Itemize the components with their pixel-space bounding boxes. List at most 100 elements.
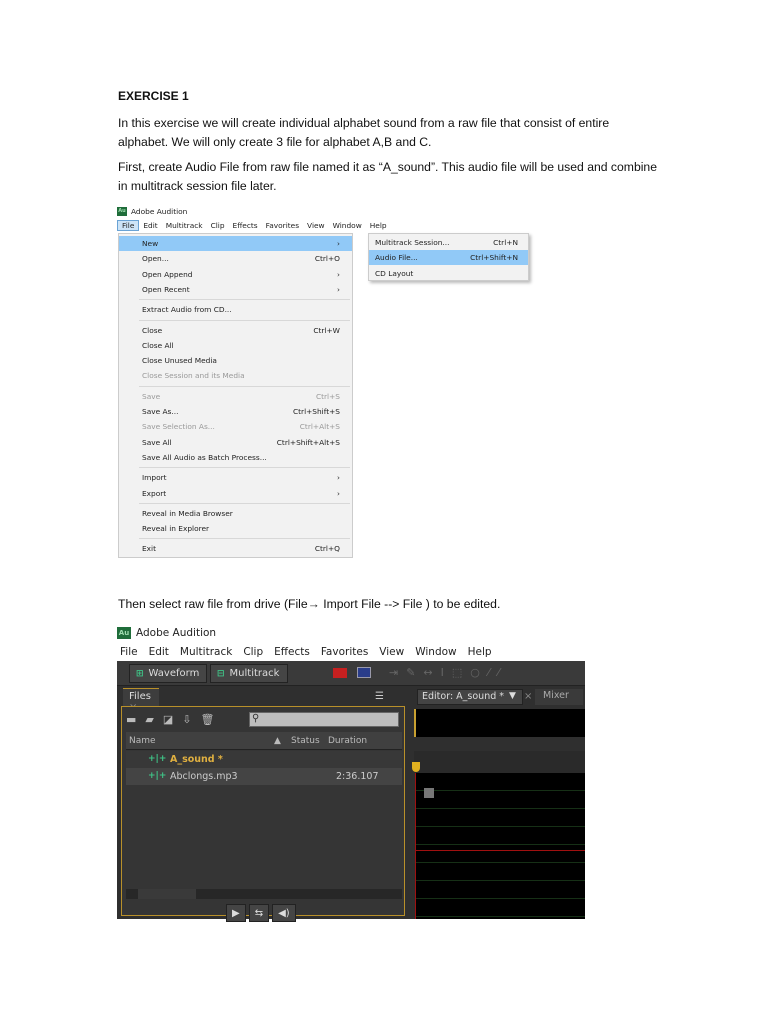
menu-item-extract-audio-from-cd[interactable]: Extract Audio from CD... <box>119 302 352 317</box>
menu-item-export[interactable]: Export › <box>119 486 352 501</box>
menu-view[interactable]: View <box>379 646 404 658</box>
menu-item-close-unused-media[interactable]: Close Unused Media <box>119 353 352 368</box>
menu-item-label: Open Append <box>142 269 193 279</box>
menu-item-label: Import <box>142 473 167 483</box>
mixer-tab[interactable]: Mixer <box>535 689 583 705</box>
menu-separator <box>139 385 350 387</box>
submenu-item-audio-file[interactable]: Audio File... Ctrl+Shift+N <box>369 250 528 266</box>
panel-menu-icon[interactable]: ☰ <box>375 691 384 702</box>
waveform-view-button[interactable]: ⊞ Waveform <box>129 664 207 683</box>
menu-favorites[interactable]: Favorites <box>262 221 303 230</box>
menu-item-new[interactable]: New › <box>119 236 352 251</box>
menu-effects[interactable]: Effects <box>229 221 262 230</box>
open-folder-icon[interactable]: ▬ <box>126 713 136 726</box>
menu-file[interactable]: File <box>117 219 140 231</box>
menu-edit[interactable]: Edit <box>139 221 161 230</box>
menu-item-label: Save All <box>142 437 172 447</box>
editor-tab[interactable]: Editor: A_sound * <box>417 689 523 705</box>
submenu-item-cd-layout[interactable]: CD Layout <box>369 266 528 281</box>
menu-item-save-as[interactable]: Save As... Ctrl+Shift+S <box>119 404 352 419</box>
file-name: A_sound * <box>170 754 223 765</box>
overview-bar <box>414 709 585 737</box>
transport-controls: ▶ ⇆ ◀) <box>226 904 296 922</box>
menu-item-close-session-and-its-media[interactable]: Close Session and its Media <box>119 368 352 383</box>
menu-help[interactable]: Help <box>468 646 492 658</box>
menu-item-close[interactable]: Close Ctrl+W <box>119 323 352 338</box>
loop-icon[interactable]: ⇆ <box>248 904 270 922</box>
menu-multitrack[interactable]: Multitrack <box>180 646 232 658</box>
menu-clip[interactable]: Clip <box>243 646 263 658</box>
menu-item-label: Export <box>142 488 167 498</box>
file-row[interactable]: +|+ Abclongs.mp3 2:36.107 <box>126 768 402 785</box>
col-status[interactable]: Status <box>291 736 320 746</box>
search-input[interactable]: ⚲ <box>249 712 399 727</box>
menu-favorites[interactable]: Favorites <box>321 646 368 658</box>
intro-paragraph: In this exercise we will create individu… <box>118 116 610 149</box>
exercise-heading: EXERCISE 1 <box>118 89 189 103</box>
chevron-right-icon: › <box>337 488 340 498</box>
menu-item-save[interactable]: Save Ctrl+S <box>119 389 352 404</box>
menu-item-reveal-in-explorer[interactable]: Reveal in Explorer <box>119 521 352 536</box>
menu-item-save-selection-as[interactable]: Save Selection As... Ctrl+Alt+S <box>119 419 352 434</box>
files-tab[interactable]: Files × <box>123 688 159 713</box>
chevron-right-icon: › <box>337 284 340 294</box>
menu-clip[interactable]: Clip <box>207 221 229 230</box>
delete-icon[interactable]: 🗑 <box>201 713 215 726</box>
shortcut: Ctrl+Alt+S <box>299 422 340 432</box>
multitrack-view-button[interactable]: ⊟ Multitrack <box>210 664 288 683</box>
menu-item-open[interactable]: Open... Ctrl+O <box>119 251 352 266</box>
new-file-icon[interactable]: ◪ <box>163 713 173 726</box>
menu-multitrack[interactable]: Multitrack <box>162 221 207 230</box>
insert-icon[interactable]: ⇩ <box>182 713 191 726</box>
menu-window[interactable]: Window <box>415 646 456 658</box>
files-header: Name ▲ Status Duration <box>126 732 402 750</box>
menu-item-import[interactable]: Import › <box>119 470 352 485</box>
menu-item-exit[interactable]: Exit Ctrl+Q <box>119 541 352 556</box>
chevron-right-icon: › <box>337 473 340 483</box>
audio-file-icon: +|+ <box>148 771 167 781</box>
shortcut: Ctrl+N <box>493 238 518 247</box>
menu-separator <box>139 467 350 469</box>
col-duration[interactable]: Duration <box>328 736 367 746</box>
menu-item-open-append[interactable]: Open Append › <box>119 267 352 282</box>
close-icon[interactable]: × <box>524 691 532 702</box>
menu-item-close-all[interactable]: Close All <box>119 338 352 353</box>
menu-effects[interactable]: Effects <box>274 646 310 658</box>
submenu-item-multitrack-session[interactable]: Multitrack Session... Ctrl+N <box>369 235 528 250</box>
chevron-down-icon[interactable]: ▼ <box>509 691 516 701</box>
sort-asc-icon: ▲ <box>274 736 281 746</box>
file-row[interactable]: +|+ A_sound * <box>126 751 402 768</box>
waveform-editor[interactable] <box>415 773 585 919</box>
menu-file[interactable]: File <box>120 646 138 658</box>
menu-item-open-recent[interactable]: Open Recent › <box>119 282 352 297</box>
horizontal-scrollbar[interactable] <box>126 889 402 899</box>
menu-item-reveal-in-media-browser[interactable]: Reveal in Media Browser <box>119 506 352 521</box>
col-name[interactable]: Name <box>129 736 156 746</box>
menu-item-label: Close All <box>142 340 174 350</box>
frequency-display-icon[interactable] <box>357 667 371 678</box>
menu-item-label: CD Layout <box>375 268 414 278</box>
menu-separator <box>139 319 350 321</box>
menu-item-label: Save As... <box>142 407 179 416</box>
menu-item-save-all-audio-as-batch-process[interactable]: Save All Audio as Batch Process... <box>119 450 352 465</box>
playhead-icon[interactable] <box>412 762 420 772</box>
menu-bar: File Edit Multitrack Clip Effects Favorites Vi… <box>117 218 529 232</box>
autoplay-icon[interactable]: ◀) <box>272 904 296 922</box>
menu-separator <box>139 538 350 540</box>
menu-window[interactable]: Window <box>329 221 366 230</box>
play-icon[interactable]: ▶ <box>226 904 246 922</box>
app-title: Adobe Audition <box>131 206 188 216</box>
menu-edit[interactable]: Edit <box>149 646 169 658</box>
menu-item-label: Reveal in Media Browser <box>142 508 233 518</box>
menu-item-label: Close Unused Media <box>142 356 217 366</box>
timeline-ruler <box>414 751 585 773</box>
menu-item-save-all[interactable]: Save All Ctrl+Shift+Alt+S <box>119 435 352 450</box>
menu-help[interactable]: Help <box>366 221 391 230</box>
spectral-display-icon[interactable] <box>333 668 347 678</box>
file-menu-screenshot: Au Adobe Audition File Edit Multitrack Clip E… <box>117 204 529 558</box>
toolbar: ⊞ Waveform ⊟ Multitrack ⇥✎↔I⬚○⁄⁄ <box>117 661 585 686</box>
waveform-icon: ⊞ <box>136 668 144 679</box>
chevron-right-icon: › <box>337 239 340 248</box>
import-icon[interactable]: ▰ <box>145 713 153 726</box>
menu-view[interactable]: View <box>303 221 329 230</box>
